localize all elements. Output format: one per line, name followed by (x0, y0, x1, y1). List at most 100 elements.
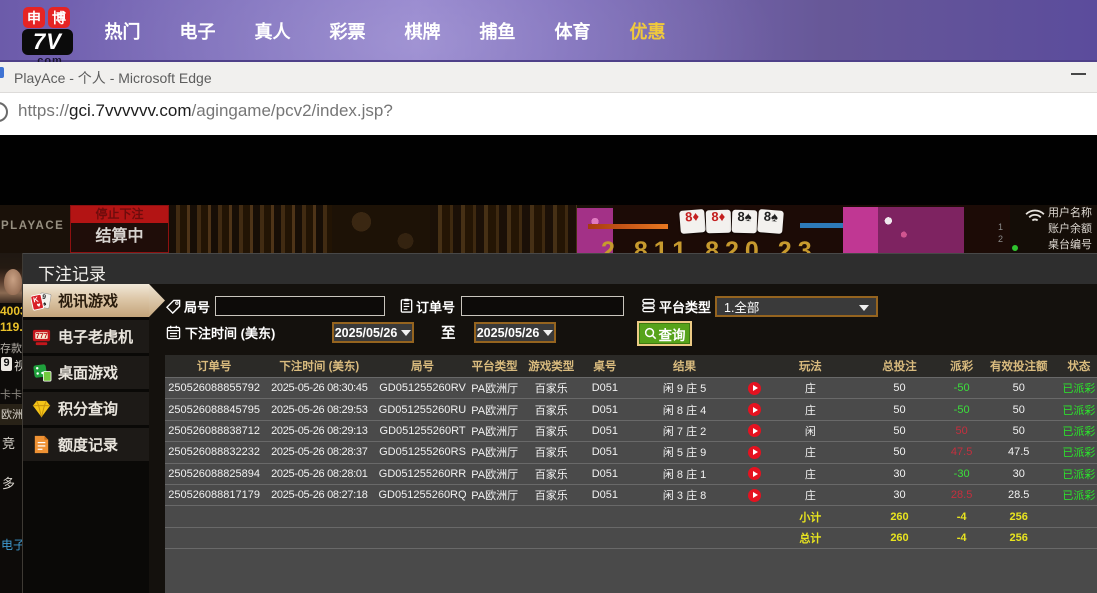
black-band (0, 135, 1097, 205)
nav-item-7[interactable]: 优惠 (610, 18, 685, 44)
cell-game-type: 百家乐 (520, 420, 583, 441)
cell-play: 庄 (766, 463, 854, 484)
cell-round-no: GD051255260RR (375, 463, 469, 484)
column-header-12: 状态 (1059, 355, 1097, 378)
table-header-row: 订单号下注时间 (美东)局号平台类型游戏类型桌号结果玩法总投注派彩有效投注额状态 (165, 355, 1097, 378)
nav-item-1[interactable]: 电子 (160, 18, 235, 44)
cell-bet-time: 2025-05-26 08:29:53 (263, 399, 375, 420)
modal-sidebar: 9♠K♥视讯游戏777电子老虎机桌面游戏积分查询额度记录 (23, 284, 149, 593)
cell-result: 闲 5 庄 9 (627, 442, 742, 463)
nav-item-2[interactable]: 真人 (235, 18, 310, 44)
url-path: /agingame/pcv2/index.jsp? (192, 101, 393, 120)
search-button[interactable]: 查询 (637, 321, 692, 346)
dropdown-arrow-icon (543, 330, 553, 336)
cell-table-no: D051 (583, 378, 627, 399)
cell-valid-bet: 50 (979, 420, 1059, 441)
text-fragment: 视 (14, 357, 22, 374)
tab-favicon-icon (0, 67, 4, 78)
dropdown-arrow-icon (859, 305, 869, 311)
cell-replay (742, 484, 766, 505)
replay-button[interactable] (748, 403, 761, 416)
total-total-bet: 260 (854, 527, 944, 548)
slot-banner (878, 207, 964, 253)
text-fragment: 卡卡 (0, 386, 22, 402)
platform-type-value: 1.全部 (717, 297, 759, 316)
date-to-select[interactable]: 2025/05/26 (474, 322, 556, 343)
reload-icon[interactable] (0, 102, 8, 122)
text-fragment: 电子 (1, 536, 22, 553)
cell-valid-bet: 28.5 (979, 484, 1059, 505)
sidebar-item-3[interactable]: 积分查询 (23, 392, 149, 425)
cell-game-type: 百家乐 (520, 378, 583, 399)
cell-platform: PA欧洲厅 (470, 378, 520, 399)
column-header-1: 下注时间 (美东) (263, 355, 375, 378)
nav-item-5[interactable]: 捕鱼 (460, 18, 535, 44)
replay-button[interactable] (748, 382, 761, 395)
cell-platform: PA欧洲厅 (470, 399, 520, 420)
replay-button[interactable] (748, 424, 761, 437)
column-header-0: 订单号 (165, 355, 263, 378)
cell-bet-time: 2025-05-26 08:28:01 (263, 463, 375, 484)
bet-time-label: 下注时间 (美东) (185, 323, 275, 342)
replay-button[interactable] (748, 489, 761, 502)
column-header-6: 结果 (627, 355, 742, 378)
replay-button[interactable] (748, 446, 761, 459)
account-label: 用户名称 (1048, 205, 1092, 221)
table-head: 订单号下注时间 (美东)局号平台类型游戏类型桌号结果玩法总投注派彩有效投注额状态 (165, 355, 1097, 378)
total-label: 总计 (766, 527, 854, 548)
total-payout: -4 (945, 527, 979, 548)
site-logo[interactable]: 申 博 7V .com (23, 5, 73, 62)
cell-table-no: D051 (583, 420, 627, 441)
round-no-input[interactable] (215, 296, 385, 316)
logo-main: 7V (22, 29, 73, 55)
sidebar-item-1[interactable]: 777电子老虎机 (23, 320, 149, 353)
cell-order-no: 250526088855792 (165, 378, 263, 399)
cell-result: 闲 9 庄 5 (627, 378, 742, 399)
order-no-input[interactable] (461, 296, 624, 316)
cell-replay (742, 378, 766, 399)
replay-button[interactable] (748, 467, 761, 480)
background-left-column: 4003 119. 存款 9 视 卡卡 欧洲 竞 多 电子 (0, 253, 22, 593)
to-label: 至 (441, 322, 456, 343)
column-header-10: 派彩 (945, 355, 979, 378)
subtotal-row: 小计260-4256 (165, 506, 1097, 527)
minimize-button[interactable] (1071, 73, 1086, 75)
nav-item-0[interactable]: 热门 (85, 18, 160, 44)
playing-card: 8♦ (706, 210, 732, 234)
credit-records-icon (31, 434, 52, 455)
total-row: 总计260-4256 (165, 527, 1097, 548)
badge-fragment: 9 (1, 357, 12, 371)
cell-result: 闲 8 庄 1 (627, 463, 742, 484)
sidebar-item-label: 额度记录 (58, 434, 118, 455)
account-label: 桌台编号 (1048, 237, 1092, 253)
screen: 申 博 7V .com 热门电子真人彩票棋牌捕鱼体育优惠 PlayAce - 个… (0, 0, 1097, 593)
subtotal-total-bet: 260 (854, 506, 944, 527)
cell-replay (742, 463, 766, 484)
date-from-select[interactable]: 2025/05/26 (332, 322, 414, 343)
cell-payout: -50 (945, 378, 979, 399)
text-fragment: 竞 (2, 433, 15, 452)
cell-total-bet: 30 (854, 484, 944, 505)
cell-play: 庄 (766, 378, 854, 399)
sidebar-item-0[interactable]: 9♠K♥视讯游戏 (23, 284, 149, 317)
cell-bet-time: 2025-05-26 08:27:18 (263, 484, 375, 505)
sidebar-item-4[interactable]: 额度记录 (23, 428, 149, 461)
modal-header: 下注记录 (23, 253, 1097, 284)
tag-icon (166, 299, 181, 314)
cell-play: 庄 (766, 399, 854, 420)
nav-item-3[interactable]: 彩票 (310, 18, 385, 44)
column-header-7 (742, 355, 766, 378)
address-input[interactable]: https://gci.7vvvvvv.com/agingame/pcv2/in… (18, 101, 393, 121)
cell-valid-bet: 50 (979, 378, 1059, 399)
nav-item-6[interactable]: 体育 (535, 18, 610, 44)
table-row: 2505260888457952025-05-26 08:29:53GD0512… (165, 399, 1097, 420)
text-fragment: 欧洲 (0, 404, 22, 425)
table-row: 2505260888171792025-05-26 08:27:18GD0512… (165, 484, 1097, 505)
cell-table-no: D051 (583, 484, 627, 505)
slot-machine-icon: 777 (31, 326, 52, 347)
nav-item-4[interactable]: 棋牌 (385, 18, 460, 44)
cell-order-no: 250526088832232 (165, 442, 263, 463)
sidebar-item-2[interactable]: 桌面游戏 (23, 356, 149, 389)
cell-status: 已派彩 (1059, 420, 1097, 441)
platform-type-select[interactable]: 1.全部 (715, 296, 878, 317)
